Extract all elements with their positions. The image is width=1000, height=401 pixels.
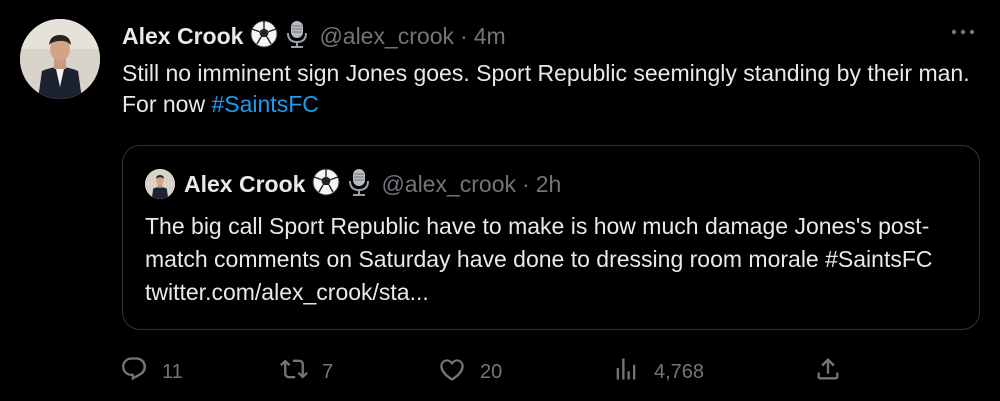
reply-count: 11	[162, 360, 183, 383]
reply-icon	[120, 355, 148, 389]
soccer-ball-icon	[311, 167, 341, 202]
like-icon	[438, 355, 466, 389]
separator-dot: ·	[522, 170, 530, 197]
like-button[interactable]: 20	[438, 352, 502, 392]
tweet-actions: 11 7 20 4,768	[120, 352, 850, 392]
quote-author-name: Alex Crook	[184, 170, 306, 197]
microphone-icon	[285, 19, 309, 54]
hashtag-link[interactable]: #SaintsFC	[211, 91, 318, 117]
retweet-count: 7	[322, 360, 334, 383]
author-handle[interactable]: @alex_crook	[319, 23, 454, 50]
soccer-ball-icon	[249, 19, 279, 54]
tweet-header: Alex Crook @alex_crook · 4m	[122, 20, 506, 52]
author-name[interactable]: Alex Crook	[122, 23, 243, 50]
views-icon	[612, 355, 640, 389]
tweet-time[interactable]: 4m	[474, 23, 506, 50]
views-button[interactable]: 4,768	[612, 352, 704, 392]
tweet-text: Still no imminent sign Jones goes. Sport…	[122, 58, 982, 120]
quote-time: 2h	[535, 170, 562, 197]
quote-header: Alex Crook @alex_crook · 2h	[145, 168, 561, 200]
quote-author-avatar	[145, 169, 175, 199]
microphone-icon	[347, 167, 371, 202]
share-button[interactable]	[814, 352, 842, 392]
author-avatar[interactable]	[20, 19, 100, 99]
retweet-button[interactable]: 7	[280, 352, 333, 392]
like-count: 20	[480, 360, 503, 383]
reply-button[interactable]: 11	[120, 352, 183, 392]
retweet-icon	[280, 355, 308, 389]
quote-author-handle: @alex_crook	[381, 170, 517, 197]
quoted-tweet[interactable]: Alex Crook @alex_crook · 2h The big call…	[122, 145, 980, 330]
separator-dot: ·	[460, 22, 468, 49]
quote-text: The big call Sport Republic have to make…	[145, 213, 933, 305]
share-icon	[814, 355, 842, 389]
view-count: 4,768	[654, 360, 705, 383]
more-icon[interactable]	[948, 22, 978, 42]
